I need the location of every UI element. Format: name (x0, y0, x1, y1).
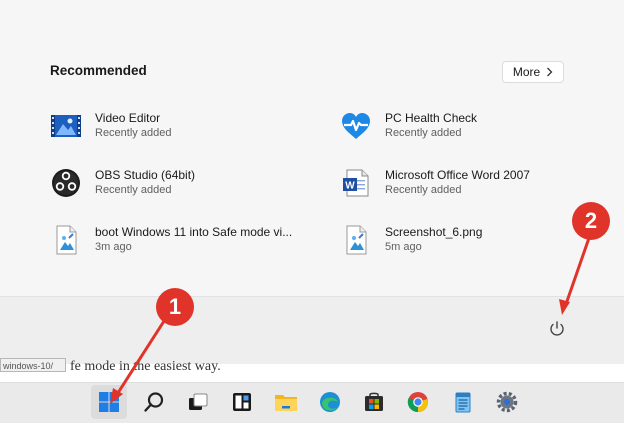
svg-text:W: W (345, 181, 355, 192)
widgets-button[interactable] (224, 385, 260, 419)
store-button[interactable] (356, 385, 392, 419)
task-view-button[interactable] (180, 385, 216, 419)
word-icon: W (343, 169, 369, 197)
item-subtitle: Recently added (385, 184, 462, 196)
widgets-icon (233, 393, 251, 411)
item-subtitle: Recently added (95, 127, 172, 139)
notepad-icon (455, 392, 471, 413)
recommended-title: Recommended (50, 63, 147, 78)
item-name: boot Windows 11 into Safe mode vi... (95, 225, 293, 239)
item-subtitle: 3m ago (95, 241, 132, 253)
chrome-button[interactable] (400, 385, 436, 419)
recommended-item[interactable]: OBS Studio (64bit) Recently added (50, 165, 310, 201)
start-icon (99, 392, 119, 412)
image-file-icon (56, 225, 77, 255)
item-subtitle: Recently added (95, 184, 172, 196)
chevron-right-icon (547, 67, 553, 77)
obs-studio-icon (52, 169, 80, 197)
edge-icon (320, 392, 340, 412)
file-explorer-button[interactable] (268, 385, 304, 419)
url-tooltip: windows-10/ (0, 358, 66, 372)
power-icon (550, 321, 564, 336)
more-button[interactable]: More (502, 61, 564, 83)
recommended-item[interactable]: Video Editor Recently added (50, 108, 310, 144)
search-icon (144, 392, 164, 412)
settings-button[interactable] (489, 385, 525, 419)
item-name: OBS Studio (64bit) (95, 168, 196, 182)
recommended-item[interactable]: W Microsoft Office Word 2007 Recently ad… (340, 165, 600, 201)
background-page-text: fe mode in the easiest way. (70, 359, 221, 374)
search-button[interactable] (136, 385, 172, 419)
item-name: PC Health Check (385, 111, 478, 125)
item-name: Video Editor (95, 111, 161, 125)
image-file-icon (346, 225, 367, 255)
task-view-icon (189, 393, 208, 410)
annotation-marker-1: 1 (156, 288, 194, 326)
power-button[interactable] (546, 318, 568, 340)
start-button[interactable] (91, 385, 127, 419)
item-subtitle: Recently added (385, 127, 462, 139)
video-editor-icon (51, 115, 81, 137)
file-explorer-icon (275, 395, 297, 411)
item-name: Microsoft Office Word 2007 (385, 168, 530, 182)
recommended-item[interactable]: boot Windows 11 into Safe mode vi... 3m … (50, 222, 310, 258)
chrome-icon (407, 392, 428, 413)
more-label: More (512, 65, 541, 79)
annotation-marker-2: 2 (572, 202, 610, 240)
item-subtitle: 5m ago (385, 241, 422, 253)
start-menu: Recommended More Video Editor Recently a… (0, 0, 624, 365)
recommended-item[interactable]: PC Health Check Recently added (340, 108, 600, 144)
notepad-button[interactable] (445, 385, 481, 419)
recommended-item[interactable]: Screenshot_6.png 5m ago (340, 222, 600, 258)
settings-icon (496, 391, 518, 413)
item-name: Screenshot_6.png (385, 225, 483, 239)
store-icon (365, 392, 383, 411)
start-menu-footer (0, 296, 624, 365)
edge-button[interactable] (312, 385, 348, 419)
pc-health-check-icon (342, 113, 370, 139)
